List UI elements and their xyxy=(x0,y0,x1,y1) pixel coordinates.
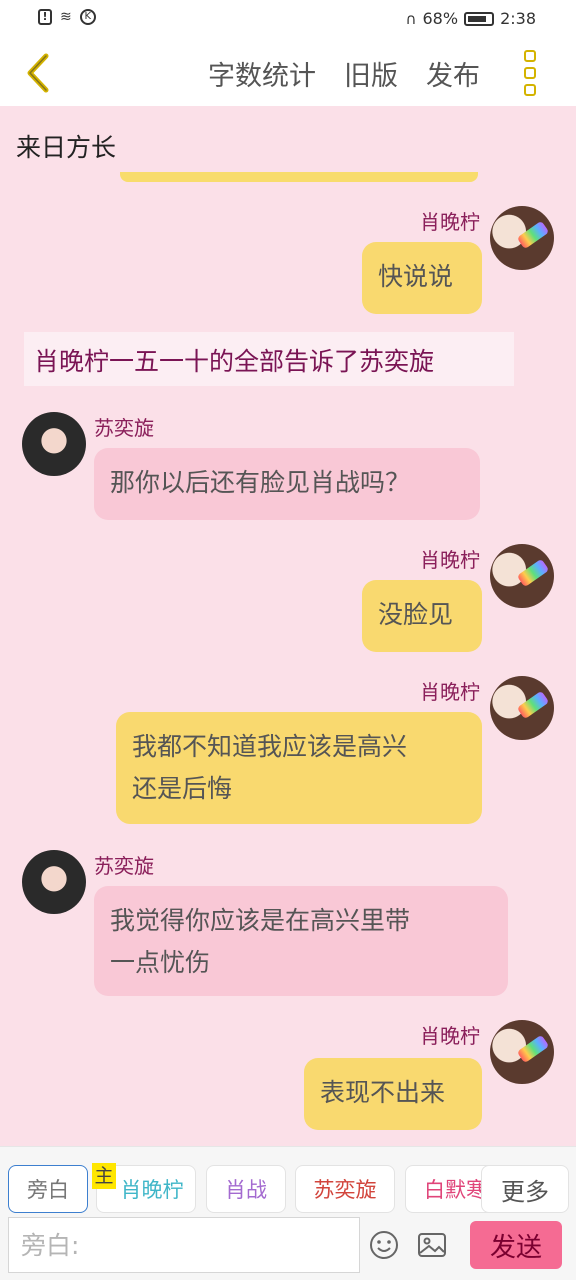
role-selector: 旁白 肖晚柠 主 肖战 苏奕旋 白默寒 更多 xyxy=(0,1163,576,1215)
message-bubble[interactable]: 快说说 xyxy=(362,242,482,314)
back-button[interactable] xyxy=(20,50,60,96)
sender-name: 肖晚柠 xyxy=(420,210,480,234)
avatar[interactable] xyxy=(490,1020,554,1084)
role-label: 肖战 xyxy=(225,1178,267,1202)
sender-name: 苏奕旋 xyxy=(94,854,154,878)
sender-name: 肖晚柠 xyxy=(420,1024,480,1048)
avatar[interactable] xyxy=(490,544,554,608)
role-chip-xiaozhan[interactable]: 肖战 xyxy=(206,1165,286,1213)
composer-area: 旁白 肖晚柠 主 肖战 苏奕旋 白默寒 更多 发送 xyxy=(0,1146,576,1280)
sender-name: 苏奕旋 xyxy=(94,416,154,440)
narration-text[interactable]: 肖晚柠一五一十的全部告诉了苏奕旋 xyxy=(24,332,514,386)
message-bubble[interactable]: 没脸见 xyxy=(362,580,482,652)
message-line: 我觉得你应该是在高兴里带 xyxy=(110,906,411,935)
sender-name: 肖晚柠 xyxy=(420,680,480,704)
alarm-icon: ! xyxy=(38,9,52,25)
message-line: 我都不知道我应该是高兴 xyxy=(132,732,408,761)
publish-button[interactable]: 发布 xyxy=(426,54,480,93)
avatar[interactable] xyxy=(490,206,554,270)
role-chip-narrator[interactable]: 旁白 xyxy=(8,1165,88,1213)
top-nav: 字数统计 旧版 发布 xyxy=(0,40,576,106)
message-bubble[interactable]: 那你以后还有脸见肖战吗？ xyxy=(94,448,480,520)
role-chip-suyixuan[interactable]: 苏奕旋 xyxy=(295,1165,395,1213)
input-row: 发送 xyxy=(0,1217,576,1277)
more-roles-button[interactable]: 更多 xyxy=(481,1165,569,1213)
message-bubble[interactable]: 我觉得你应该是在高兴里带 一点忧伤 xyxy=(94,886,508,996)
clock-time: 2:38 xyxy=(500,9,536,28)
image-icon[interactable] xyxy=(416,1229,448,1261)
word-count-button[interactable]: 字数统计 xyxy=(208,54,316,93)
main-role-badge: 主 xyxy=(92,1163,116,1189)
back-chevron-icon xyxy=(27,53,49,93)
status-bar: ! ≋ K ∩ 68% 2:38 xyxy=(0,0,576,40)
message-input[interactable] xyxy=(8,1217,360,1273)
story-title-bar: 来日方长 xyxy=(0,106,576,176)
message-bubble[interactable]: 我都不知道我应该是高兴 还是后悔 xyxy=(116,712,482,824)
wifi-icon: ≋ xyxy=(60,9,72,25)
role-label: 旁白 xyxy=(27,1178,69,1202)
headphone-icon: ∩ xyxy=(405,9,417,28)
send-button[interactable]: 发送 xyxy=(470,1221,562,1269)
avatar[interactable] xyxy=(22,850,86,914)
sender-name: 肖晚柠 xyxy=(420,548,480,572)
k-icon: K xyxy=(79,9,96,25)
avatar[interactable] xyxy=(22,412,86,476)
more-vertical-icon[interactable] xyxy=(524,50,540,96)
story-title: 来日方长 xyxy=(16,133,117,162)
role-label: 白默寒 xyxy=(424,1178,487,1202)
battery-icon xyxy=(464,11,495,26)
role-label: 肖晚柠 xyxy=(120,1178,184,1202)
message-line: 一点忧伤 xyxy=(110,948,211,977)
old-version-button[interactable]: 旧版 xyxy=(344,54,398,93)
message-bubble[interactable]: 表现不出来 xyxy=(304,1058,482,1130)
avatar[interactable] xyxy=(490,676,554,740)
role-label: 苏奕旋 xyxy=(313,1178,377,1202)
emoji-icon[interactable] xyxy=(368,1229,400,1261)
battery-percent: 68% xyxy=(422,9,459,28)
message-line: 还是后悔 xyxy=(132,774,233,803)
partial-message-bubble xyxy=(120,172,478,182)
